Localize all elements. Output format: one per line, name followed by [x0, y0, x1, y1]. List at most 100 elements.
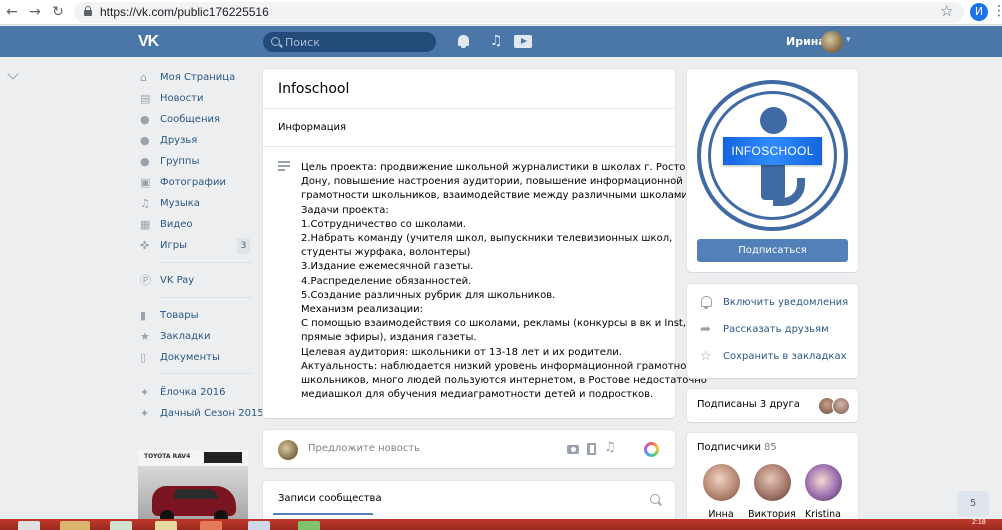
- photo-icon: ▣: [140, 176, 151, 189]
- action-label: Сохранить в закладках: [723, 351, 847, 362]
- bookmark-star-icon[interactable]: ☆: [940, 2, 953, 20]
- friends-subscribed-label: Подписаны 3 друга: [697, 399, 800, 410]
- sidebar-item[interactable]: ✜ Игры 3: [138, 237, 252, 256]
- scroll-to-top-badge[interactable]: 5: [957, 491, 989, 517]
- lock-icon: [84, 6, 92, 16]
- vk-logo[interactable]: VK: [138, 33, 159, 51]
- members-block: Подписчики 85 Инна Виктория Kristina: [687, 433, 858, 530]
- music-player-icon[interactable]: ♫: [490, 33, 503, 49]
- music-note-icon[interactable]: ♫: [604, 440, 616, 456]
- members-title[interactable]: Подписчики 85: [697, 442, 777, 453]
- search-icon: [271, 37, 280, 46]
- sidebar-item[interactable]: ▯ Документы: [138, 349, 252, 368]
- description-line: 1.Сотрудничество со школами.: [301, 218, 467, 230]
- advertisement[interactable]: TOYOTA RAV4: [138, 450, 248, 530]
- back-icon[interactable]: ←: [4, 4, 20, 20]
- sidebar-item[interactable]: ● Сообщения: [138, 111, 252, 130]
- user-name[interactable]: Ирина: [786, 35, 826, 48]
- share-with-friends-action[interactable]: ➦ Рассказать друзьям: [687, 317, 858, 344]
- chevron-down-icon[interactable]: [7, 70, 19, 82]
- taskbar-app[interactable]: [248, 521, 270, 530]
- description-line: прямые эфиры), издания газеты.: [301, 332, 477, 344]
- sidebar-item[interactable]: ★ Закладки: [138, 328, 252, 347]
- sidebar-item[interactable]: ✦ Дачный Сезон 2015: [138, 405, 264, 424]
- search-input[interactable]: [285, 34, 430, 50]
- description-line: Дону, повышение настроения аудитории, по…: [301, 176, 683, 188]
- share-icon: ➦: [700, 322, 711, 337]
- taskbar-app[interactable]: [298, 521, 320, 530]
- forward-icon[interactable]: →: [27, 4, 43, 20]
- search-icon[interactable]: [650, 494, 660, 504]
- sidebar-item-label: Группы: [160, 156, 200, 167]
- sidebar-item-label: Новости: [160, 93, 204, 104]
- sidebar-item[interactable]: ▮ Товары: [138, 307, 252, 326]
- taskbar-app[interactable]: [18, 521, 40, 530]
- ad-logo: [204, 452, 242, 463]
- friends-icon: ●: [140, 134, 150, 147]
- description-icon: [278, 161, 290, 171]
- os-taskbar: 2:18: [0, 519, 1002, 530]
- sidebar-item[interactable]: ✦ Ёлочка 2016: [138, 384, 252, 403]
- community-info-card: Infoschool Информация Цель проекта: прод…: [263, 69, 713, 418]
- description-line: 3.Издание ежемесячной газеты.: [301, 261, 474, 273]
- description-line: Целевая аудитория: школьники от 13-18 ле…: [301, 346, 622, 358]
- subscribe-button[interactable]: Подписаться: [697, 239, 848, 262]
- logo-text: INFOSCHOOL: [731, 144, 814, 158]
- suggest-news-input[interactable]: Предложите новость: [308, 443, 420, 454]
- goods-icon: ▮: [140, 309, 147, 322]
- user-avatar[interactable]: [821, 31, 843, 53]
- camera-icon[interactable]: [567, 445, 579, 454]
- search-box[interactable]: [263, 32, 436, 52]
- divider: [160, 297, 252, 298]
- action-label: Включить уведомления: [723, 297, 849, 308]
- taskbar-app[interactable]: [60, 521, 90, 530]
- taskbar-app[interactable]: [110, 521, 132, 530]
- post-composer[interactable]: Предложите новость ♫: [263, 430, 675, 468]
- action-label: Рассказать друзьям: [723, 324, 829, 335]
- browser-profile-avatar[interactable]: И: [970, 3, 988, 21]
- avatar: [805, 464, 842, 501]
- reload-icon[interactable]: ↻: [50, 4, 66, 20]
- app-icon: ✦: [140, 407, 150, 420]
- chevron-down-icon[interactable]: ▾: [846, 35, 851, 45]
- art-palette-icon[interactable]: [644, 442, 659, 457]
- sidebar-item[interactable]: ▤ Новости: [138, 90, 252, 109]
- avatar: [703, 464, 740, 501]
- sidebar-item[interactable]: ▦ Видео: [138, 216, 252, 235]
- community-logo[interactable]: INFOSCHOOL: [697, 80, 848, 231]
- tab-information[interactable]: Информация: [278, 122, 346, 133]
- address-bar[interactable]: https://vk.com/public176225516: [74, 2, 964, 23]
- video-icon: ▦: [140, 218, 151, 231]
- url-text: https://vk.com/public176225516: [100, 5, 269, 19]
- video-player-icon[interactable]: [514, 35, 532, 48]
- sidebar-item[interactable]: ▣ Фотографии: [138, 174, 252, 193]
- description-line: Механизм реализации:: [301, 304, 424, 316]
- friends-subscribed[interactable]: Подписаны 3 друга: [687, 389, 858, 422]
- notifications-icon[interactable]: [458, 35, 469, 48]
- messages-icon: ●: [140, 113, 150, 126]
- vkpay-icon: Ⓟ: [140, 274, 151, 287]
- sidebar-item-label: VK Pay: [160, 275, 195, 286]
- enable-notifications-action[interactable]: Включить уведомления: [687, 290, 858, 317]
- vk-header: VK ♫ Ирина ▾: [0, 26, 1002, 57]
- sidebar-item[interactable]: ● Друзья: [138, 132, 252, 151]
- sidebar-item[interactable]: ● Группы: [138, 153, 252, 172]
- sidebar-item[interactable]: Ⓟ VK Pay: [138, 272, 252, 291]
- taskbar-app[interactable]: [200, 521, 222, 530]
- sidebar-item-label: Дачный Сезон 2015: [160, 408, 264, 419]
- sidebar-item[interactable]: ♫ Музыка: [138, 195, 252, 214]
- clock: 2:18: [972, 519, 986, 526]
- star-icon: ☆: [700, 349, 712, 364]
- avatar: [754, 464, 791, 501]
- taskbar-app[interactable]: [155, 521, 177, 530]
- description-line: студенты журфака, волонтеры): [301, 247, 471, 259]
- sidebar-item[interactable]: ⌂ Моя Страница: [138, 69, 252, 88]
- tab-community-posts[interactable]: Записи сообщества: [278, 493, 382, 504]
- save-to-bookmarks-action[interactable]: ☆ Сохранить в закладках: [687, 344, 858, 371]
- video-icon[interactable]: [587, 443, 596, 455]
- browser-menu-icon[interactable]: ⋮: [992, 3, 1002, 19]
- community-actions: Включить уведомления ➦ Рассказать друзья…: [687, 284, 858, 378]
- description-line: Задачи проекта:: [301, 204, 389, 216]
- divider: [160, 262, 252, 263]
- news-icon: ▤: [140, 92, 151, 105]
